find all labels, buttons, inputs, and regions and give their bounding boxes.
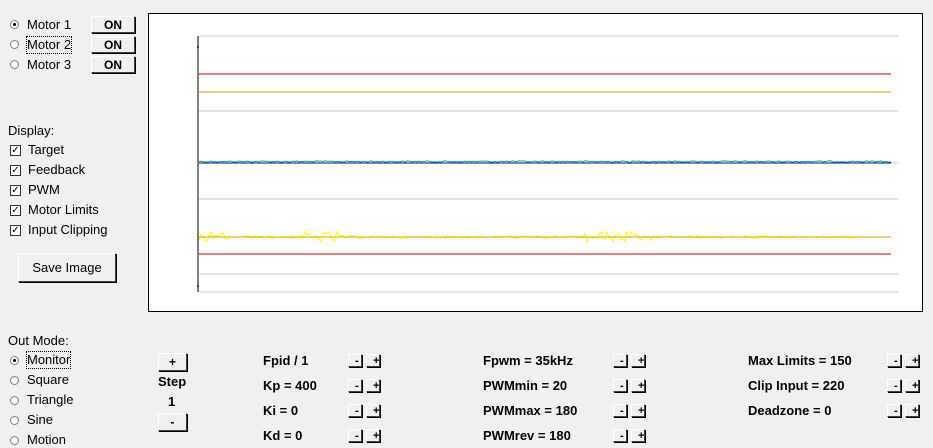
pwm-param-label-2: PWMmax = 180 bbox=[483, 403, 578, 418]
pwm-param-minus-button-1[interactable]: - bbox=[613, 379, 627, 392]
motor-2-radio[interactable] bbox=[10, 40, 19, 49]
limit-param-plus-button-1[interactable]: + bbox=[905, 379, 919, 392]
limit-param-label-2: Deadzone = 0 bbox=[748, 403, 832, 418]
motor-2-label: Motor 2 bbox=[25, 36, 73, 54]
pid-param-label-1: Kp = 400 bbox=[263, 378, 317, 393]
plot-svg bbox=[197, 35, 899, 293]
square-label: Square bbox=[27, 372, 69, 387]
square-radio[interactable] bbox=[10, 376, 19, 385]
motion-radio[interactable] bbox=[10, 436, 19, 445]
plot-area bbox=[148, 13, 923, 312]
motor-3-label: Motor 3 bbox=[27, 57, 72, 72]
out-mode-title: Out Mode: bbox=[8, 333, 69, 348]
limit-param-minus-button-1[interactable]: - bbox=[887, 379, 901, 392]
pid-param-label-3: Kd = 0 bbox=[263, 428, 303, 443]
monitor-radio[interactable] bbox=[10, 356, 19, 365]
pid-param-minus-button-3[interactable]: - bbox=[348, 429, 362, 442]
pwm-param-minus-button-3[interactable]: - bbox=[613, 429, 627, 442]
limit-param-minus-button-0[interactable]: - bbox=[887, 354, 901, 367]
target-checkbox[interactable]: ✓ bbox=[10, 145, 21, 156]
limit-param-plus-button-2[interactable]: + bbox=[905, 404, 919, 417]
pwm-param-label-3: PWMrev = 180 bbox=[483, 428, 571, 443]
motor-2-on-button[interactable]: ON bbox=[91, 36, 135, 53]
limit-param-label-1: Clip Input = 220 bbox=[748, 378, 845, 393]
pwm-param-minus-button-0[interactable]: - bbox=[613, 354, 627, 367]
limit-param-minus-button-2[interactable]: - bbox=[887, 404, 901, 417]
pid-param-plus-button-3[interactable]: + bbox=[366, 429, 380, 442]
pwm-param-label-1: PWMmin = 20 bbox=[483, 378, 568, 393]
motor-limits-checkbox[interactable]: ✓ bbox=[10, 205, 21, 216]
input-clipping-checkbox[interactable]: ✓ bbox=[10, 225, 21, 236]
motion-label: Motion bbox=[27, 432, 67, 447]
step-value: 1 bbox=[168, 394, 176, 409]
pwm-param-plus-button-2[interactable]: + bbox=[631, 404, 645, 417]
feedback-label: Feedback bbox=[28, 162, 86, 177]
pid-param-plus-button-2[interactable]: + bbox=[366, 404, 380, 417]
motor-3-radio[interactable] bbox=[10, 60, 19, 69]
limit-param-label-0: Max Limits = 150 bbox=[748, 353, 852, 368]
step-minus-button[interactable]: - bbox=[158, 413, 187, 431]
motor-1-on-button[interactable]: ON bbox=[91, 16, 135, 33]
pwm-param-plus-button-1[interactable]: + bbox=[631, 379, 645, 392]
step-plus-button[interactable]: + bbox=[158, 353, 187, 371]
motor-1-label: Motor 1 bbox=[27, 17, 72, 32]
motor-1-radio[interactable] bbox=[10, 20, 19, 29]
input-clipping-label: Input Clipping bbox=[28, 222, 108, 237]
pid-param-minus-button-0[interactable]: - bbox=[348, 354, 362, 367]
pwm-label: PWM bbox=[28, 182, 60, 197]
pwm-param-minus-button-2[interactable]: - bbox=[613, 404, 627, 417]
display-title: Display: bbox=[8, 123, 55, 138]
sine-radio[interactable] bbox=[10, 416, 19, 425]
pid-param-minus-button-1[interactable]: - bbox=[348, 379, 362, 392]
limit-param-plus-button-0[interactable]: + bbox=[905, 354, 919, 367]
pid-param-label-0: Fpid / 1 bbox=[263, 353, 309, 368]
triangle-label: Triangle bbox=[27, 392, 74, 407]
pid-param-label-2: Ki = 0 bbox=[263, 403, 299, 418]
pwm-param-label-0: Fpwm = 35kHz bbox=[483, 353, 573, 368]
pid-param-minus-button-2[interactable]: - bbox=[348, 404, 362, 417]
pwm-param-plus-button-0[interactable]: + bbox=[631, 354, 645, 367]
pid-param-plus-button-0[interactable]: + bbox=[366, 354, 380, 367]
target-label: Target bbox=[28, 142, 65, 157]
pwm-param-plus-button-3[interactable]: + bbox=[631, 429, 645, 442]
sine-label: Sine bbox=[27, 412, 54, 427]
feedback-checkbox[interactable]: ✓ bbox=[10, 165, 21, 176]
monitor-label: Monitor bbox=[25, 351, 72, 369]
pid-param-plus-button-1[interactable]: + bbox=[366, 379, 380, 392]
motor-limits-label: Motor Limits bbox=[28, 202, 99, 217]
pwm-checkbox[interactable]: ✓ bbox=[10, 185, 21, 196]
step-label: Step bbox=[158, 374, 187, 389]
save-image-button[interactable]: Save Image bbox=[18, 253, 116, 282]
motor-3-on-button[interactable]: ON bbox=[91, 56, 135, 73]
triangle-radio[interactable] bbox=[10, 396, 19, 405]
feedback-trace bbox=[198, 160, 892, 163]
